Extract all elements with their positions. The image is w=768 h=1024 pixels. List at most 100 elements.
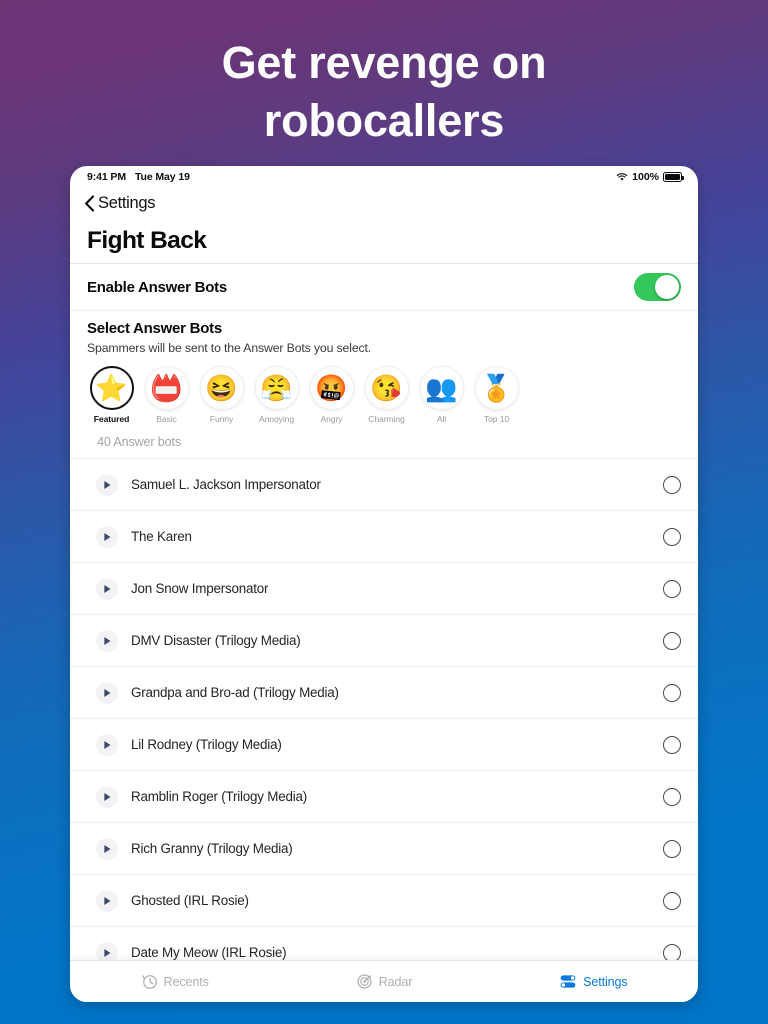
table-row[interactable]: Rich Granny (Trilogy Media)	[70, 822, 698, 874]
page-title: Fight Back	[87, 226, 207, 254]
table-row[interactable]: Date My Meow (IRL Rosie)	[70, 926, 698, 960]
tab-bar: Recents Radar Settings	[70, 960, 698, 1002]
play-icon[interactable]	[96, 629, 118, 652]
answer-bot-name: DMV Disaster (Trilogy Media)	[131, 633, 301, 648]
table-row[interactable]: Samuel L. Jackson Impersonator	[70, 458, 698, 510]
play-icon[interactable]	[96, 681, 118, 704]
status-bar: 9:41 PM Tue May 19 100%	[70, 166, 698, 188]
play-icon[interactable]	[96, 785, 118, 808]
category-label: Annoying	[258, 414, 295, 424]
tab-settings[interactable]: Settings	[489, 974, 698, 989]
battery-full-icon	[663, 172, 684, 182]
chevron-left-icon	[84, 194, 95, 212]
radio-unselected-icon[interactable]	[663, 839, 681, 858]
table-row[interactable]: Jon Snow Impersonator	[70, 562, 698, 614]
select-answer-bots-section: Select Answer Bots Spammers will be sent…	[70, 311, 698, 355]
category-annoying[interactable]: 😤 Annoying	[249, 366, 304, 424]
enable-answer-bots-row[interactable]: Enable Answer Bots	[70, 264, 698, 311]
radio-unselected-icon[interactable]	[663, 787, 681, 806]
enable-answer-bots-toggle[interactable]	[634, 273, 681, 301]
answer-bot-name: Ghosted (IRL Rosie)	[131, 893, 249, 908]
answer-bots-count: 40 Answer bots	[97, 435, 182, 449]
radio-unselected-icon[interactable]	[663, 527, 681, 546]
category-basic[interactable]: 📛 Basic	[139, 366, 194, 424]
group-faces-icon: 👥	[419, 366, 464, 410]
radio-unselected-icon[interactable]	[663, 631, 681, 650]
cursing-face-icon: 🤬	[309, 366, 354, 410]
category-all[interactable]: 👥 All	[414, 366, 469, 424]
play-icon[interactable]	[96, 525, 118, 548]
annoyed-face-icon: 😤	[254, 366, 299, 410]
play-icon[interactable]	[96, 577, 118, 600]
category-label: Top 10	[483, 414, 510, 424]
battery-percent-label: 100%	[632, 171, 659, 183]
play-icon[interactable]	[96, 941, 118, 960]
play-icon[interactable]	[96, 837, 118, 860]
tab-radar[interactable]: Radar	[279, 973, 488, 990]
answer-bot-name: The Karen	[131, 529, 192, 544]
marketing-headline: Get revenge on robocallers	[0, 34, 768, 150]
clock-history-icon	[141, 973, 158, 990]
category-strip: ⭐ Featured 📛 Basic 😆 Funny 😤 Annoying 🤬 Angry 😘 Cha…	[70, 355, 698, 424]
select-answer-bots-title: Select Answer Bots	[87, 320, 222, 337]
back-button-label: Settings	[98, 193, 156, 212]
back-button[interactable]: Settings	[70, 188, 698, 218]
headline-line-2: robocallers	[263, 95, 505, 146]
category-charming[interactable]: 😘 Charming	[359, 366, 414, 424]
play-icon[interactable]	[96, 889, 118, 912]
answer-bots-list[interactable]: Samuel L. Jackson Impersonator The Karen J…	[70, 458, 698, 960]
category-label: Basic	[156, 414, 177, 424]
category-label: All	[436, 414, 447, 424]
answer-bot-name: Ramblin Roger (Trilogy Media)	[131, 789, 308, 804]
headline-line-1: Get revenge on	[221, 37, 547, 88]
status-bar-date: Tue May 19	[134, 171, 190, 183]
table-row[interactable]: Grandpa and Bro-ad (Trilogy Media)	[70, 666, 698, 718]
table-row[interactable]: DMV Disaster (Trilogy Media)	[70, 614, 698, 666]
answer-bot-name: Samuel L. Jackson Impersonator	[131, 477, 321, 492]
tab-label: Settings	[583, 974, 628, 989]
radar-icon	[356, 973, 373, 990]
tab-recents[interactable]: Recents	[70, 973, 279, 990]
wifi-icon	[616, 172, 628, 182]
radio-unselected-icon[interactable]	[663, 735, 681, 754]
device-frame: 9:41 PM Tue May 19 100% Settings Fight B…	[70, 166, 698, 1002]
category-top-10[interactable]: 🏅 Top 10	[469, 366, 524, 424]
tab-label: Recents	[163, 974, 209, 989]
radio-unselected-icon[interactable]	[663, 683, 681, 702]
tab-label: Radar	[378, 974, 413, 989]
radio-unselected-icon[interactable]	[663, 891, 681, 910]
answer-bot-name: Lil Rodney (Trilogy Media)	[131, 737, 282, 752]
status-bar-indicators: 100%	[616, 171, 684, 183]
category-label: Funny	[209, 414, 234, 424]
category-label: Charming	[368, 414, 405, 424]
toggle-knob	[654, 274, 680, 300]
category-funny[interactable]: 😆 Funny	[194, 366, 249, 424]
category-label: Featured	[93, 414, 130, 424]
radio-unselected-icon[interactable]	[663, 579, 681, 598]
medal-icon: 🏅	[474, 366, 519, 410]
status-bar-time: 9:41 PM	[87, 171, 126, 183]
star-icon: ⭐	[89, 366, 134, 410]
answer-bot-name: Date My Meow (IRL Rosie)	[131, 945, 287, 960]
table-row[interactable]: Ghosted (IRL Rosie)	[70, 874, 698, 926]
winking-kiss-icon: 😘	[364, 366, 409, 410]
category-featured[interactable]: ⭐ Featured	[84, 366, 139, 424]
answer-bot-name: Grandpa and Bro-ad (Trilogy Media)	[131, 685, 339, 700]
name-badge-icon: 📛	[144, 366, 189, 410]
category-angry[interactable]: 🤬 Angry	[304, 366, 359, 424]
sliders-icon	[559, 974, 577, 989]
radio-unselected-icon[interactable]	[663, 943, 681, 960]
play-icon[interactable]	[96, 733, 118, 756]
table-row[interactable]: The Karen	[70, 510, 698, 562]
table-row[interactable]: Ramblin Roger (Trilogy Media)	[70, 770, 698, 822]
enable-answer-bots-label: Enable Answer Bots	[87, 278, 227, 296]
radio-unselected-icon[interactable]	[663, 475, 681, 494]
play-icon[interactable]	[96, 473, 118, 496]
select-answer-bots-subtitle: Spammers will be sent to the Answer Bots…	[87, 341, 372, 355]
answer-bot-name: Rich Granny (Trilogy Media)	[131, 841, 293, 856]
page-title-container: Fight Back	[70, 218, 698, 264]
table-row[interactable]: Lil Rodney (Trilogy Media)	[70, 718, 698, 770]
answer-bot-name: Jon Snow Impersonator	[131, 581, 269, 596]
laughing-face-icon: 😆	[199, 366, 244, 410]
category-label: Angry	[320, 414, 343, 424]
